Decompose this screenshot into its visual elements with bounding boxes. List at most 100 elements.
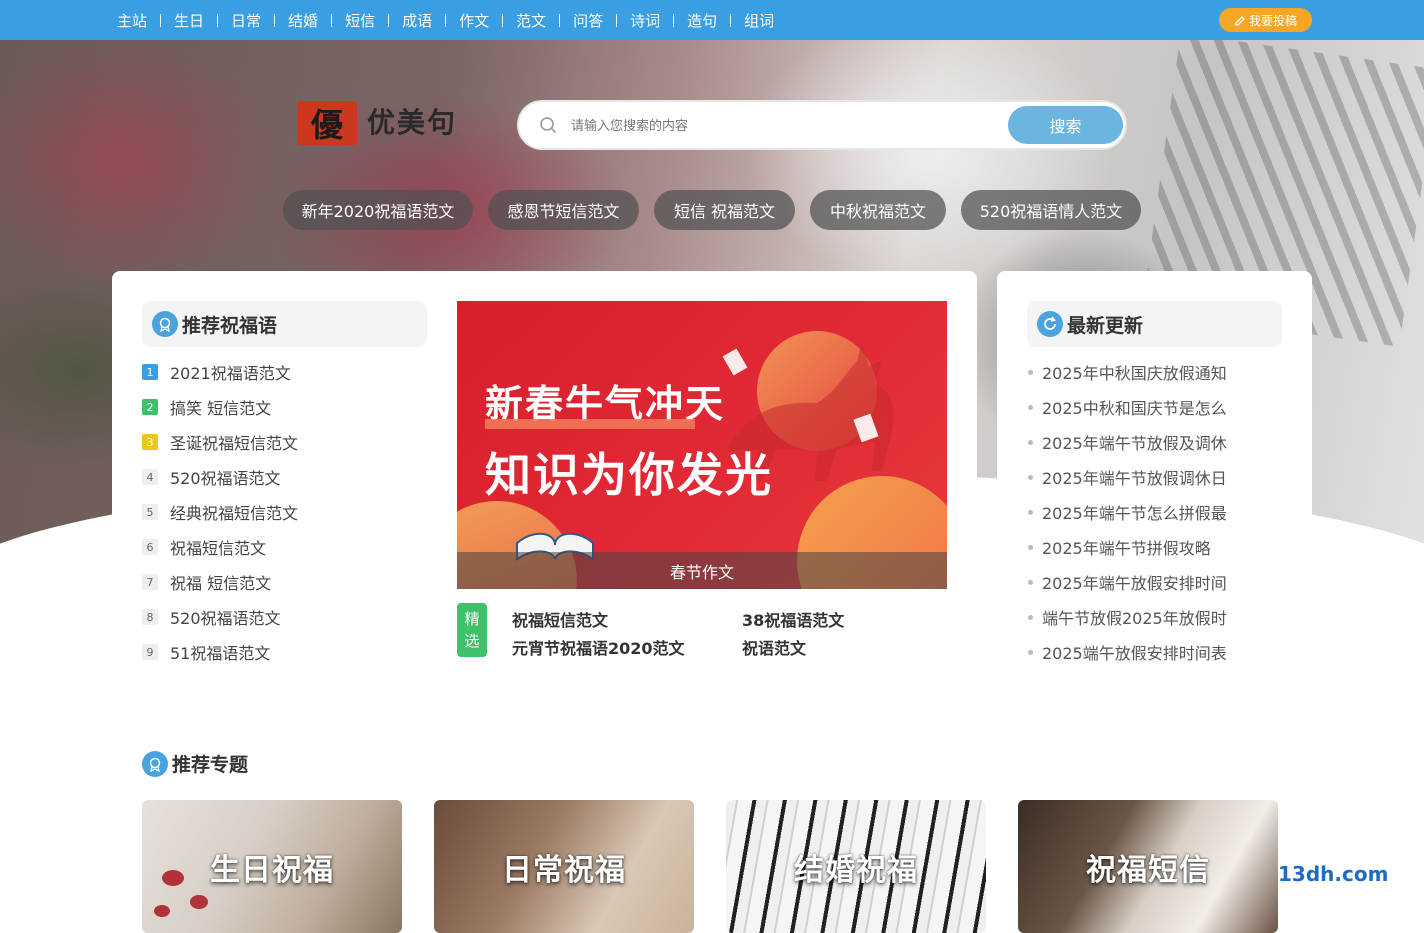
submit-label: 我要投稿 [1248,13,1297,28]
latest-item[interactable]: 2025年端午放假安排时间 [1028,572,1227,593]
banner-caption: 春节作文 [457,552,947,589]
hot-tag[interactable]: 中秋祝福范文 [810,190,946,230]
nav-link[interactable]: 结婚 [288,10,345,31]
nav-link-label: 成语 [402,11,433,30]
submit-article-button[interactable]: 我要投稿 [1219,8,1312,32]
nav-link-label: 生日 [174,11,205,30]
nav-link-label: 诗词 [630,11,661,30]
nav-link[interactable]: 范文 [516,10,573,31]
site-logo[interactable]: 優 优美句 ymj4.com [297,101,487,145]
banner-headline-2: 知识为你发光 [485,448,773,502]
hot-tag[interactable]: 感恩节短信范文 [488,190,639,230]
top-nav: 主站 生日 日常 结婚 短信 成语 作文 范文 问答 诗词 造句 组词 [117,0,774,40]
latest-item-label: 2025年端午放假安排时间 [1042,574,1227,593]
latest-item[interactable]: 2025端午放假安排时间表 [1028,642,1227,663]
recommend-item[interactable]: 8 520祝福语范文 [142,607,281,628]
latest-item-label: 2025年中秋国庆放假通知 [1042,364,1227,383]
recommend-item[interactable]: 7 祝福 短信范文 [142,572,271,593]
topic-card-sms[interactable]: 祝福短信 [1018,800,1278,933]
latest-item[interactable]: 2025中秋和国庆节是怎么 [1028,397,1227,418]
nav-link-label: 主站 [117,11,148,30]
hot-tag[interactable]: 短信 祝福范文 [654,190,795,230]
latest-item-label: 2025年端午节怎么拼假最 [1042,504,1227,523]
rank-number: 9 [142,644,158,660]
latest-item[interactable]: 2025年端午节怎么拼假最 [1028,502,1227,523]
recommend-item[interactable]: 1 2021祝福语范文 [142,362,291,383]
nav-link[interactable]: 生日 [174,10,231,31]
latest-item-label: 2025中秋和国庆节是怎么 [1042,399,1227,418]
recommend-item-label: 520祝福语范文 [170,469,281,488]
nav-link[interactable]: 问答 [573,10,630,31]
nav-link-label: 结婚 [288,11,319,30]
latest-item[interactable]: 2025年端午节拼假攻略 [1028,537,1211,558]
recommend-item[interactable]: 3 圣诞祝福短信范文 [142,432,298,453]
recommend-item-label: 祝福短信范文 [170,539,267,558]
nav-divider [160,13,162,27]
recommend-item[interactable]: 9 51祝福语范文 [142,642,270,663]
nav-link-label: 问答 [573,11,604,30]
nav-link-label: 作文 [459,11,490,30]
recommend-item[interactable]: 6 祝福短信范文 [142,537,267,558]
featured-link[interactable]: 元宵节祝福语2020范文 [512,635,685,659]
topic-card-daily[interactable]: 日常祝福 [434,800,694,933]
nav-link[interactable]: 造句 [687,10,744,31]
nav-link[interactable]: 诗词 [630,10,687,31]
nav-link[interactable]: 日常 [231,10,288,31]
nav-link-label: 造句 [687,11,718,30]
rank-number: 8 [142,609,158,625]
recommend-item-label: 2021祝福语范文 [170,364,291,383]
nav-link-label: 短信 [345,11,376,30]
banner-underline [485,419,695,429]
nav-divider [274,13,276,27]
featured-link[interactable]: 祝语范文 [742,635,806,659]
latest-item-label: 2025端午放假安排时间表 [1042,644,1227,663]
featured-link[interactable]: 38祝福语范文 [742,607,844,631]
nav-divider [616,13,618,27]
search-input[interactable] [571,114,991,138]
topic-title: 祝福短信 [1086,852,1210,888]
featured-badge-char: 精 [464,610,480,628]
featured-badge: 精 选 [457,603,487,657]
search-button[interactable]: 搜索 [1008,106,1123,144]
nav-divider [730,13,732,27]
latest-item[interactable]: 2025年端午节放假及调休 [1028,432,1227,453]
nav-divider [559,13,561,27]
recommend-item-label: 520祝福语范文 [170,609,281,628]
featured-badge-char: 选 [464,632,480,650]
medal-icon [142,750,168,777]
nav-link[interactable]: 短信 [345,10,402,31]
bullet-dot [1028,579,1033,585]
recommend-item[interactable]: 4 520祝福语范文 [142,467,281,488]
nav-link[interactable]: 主站 [117,10,174,31]
hot-tag[interactable]: 520祝福语情人范文 [961,190,1141,230]
bullet-dot [1028,439,1033,445]
latest-title: 最新更新 [1067,314,1144,337]
bullet-dot [1028,649,1033,655]
recommend-item[interactable]: 2 搞笑 短信范文 [142,397,271,418]
hot-tag[interactable]: 新年2020祝福语范文 [283,190,473,230]
bullet-dot [1028,369,1033,375]
topic-card-birthday[interactable]: 生日祝福 [142,800,402,933]
feature-banner[interactable]: 新春牛气冲天 知识为你发光 春节作文 [457,301,947,589]
pencil-icon [1235,16,1245,26]
medal-icon [152,311,178,337]
latest-item-label: 2025年端午节拼假攻略 [1042,539,1211,558]
latest-item[interactable]: 2025年中秋国庆放假通知 [1028,362,1227,383]
top-nav-bar: 主站 生日 日常 结婚 短信 成语 作文 范文 问答 诗词 造句 组词 我要投稿 [0,0,1424,40]
nav-link[interactable]: 组词 [744,10,774,31]
rank-number: 7 [142,574,158,590]
nav-divider [502,13,504,27]
topic-title: 结婚祝福 [794,852,918,888]
nav-link[interactable]: 作文 [459,10,516,31]
latest-item[interactable]: 端午节放假2025年放假时 [1028,607,1227,628]
nav-divider [673,13,675,27]
search-icon [540,117,557,134]
nav-link[interactable]: 成语 [402,10,459,31]
recommend-title: 推荐祝福语 [182,314,278,337]
latest-item[interactable]: 2025年端午节放假调休日 [1028,467,1227,488]
petal-decoration [162,870,184,886]
recommend-item[interactable]: 5 经典祝福短信范文 [142,502,298,523]
topic-card-wedding[interactable]: 结婚祝福 [726,800,986,933]
bullet-dot [1028,509,1033,515]
featured-link[interactable]: 祝福短信范文 [512,607,608,631]
